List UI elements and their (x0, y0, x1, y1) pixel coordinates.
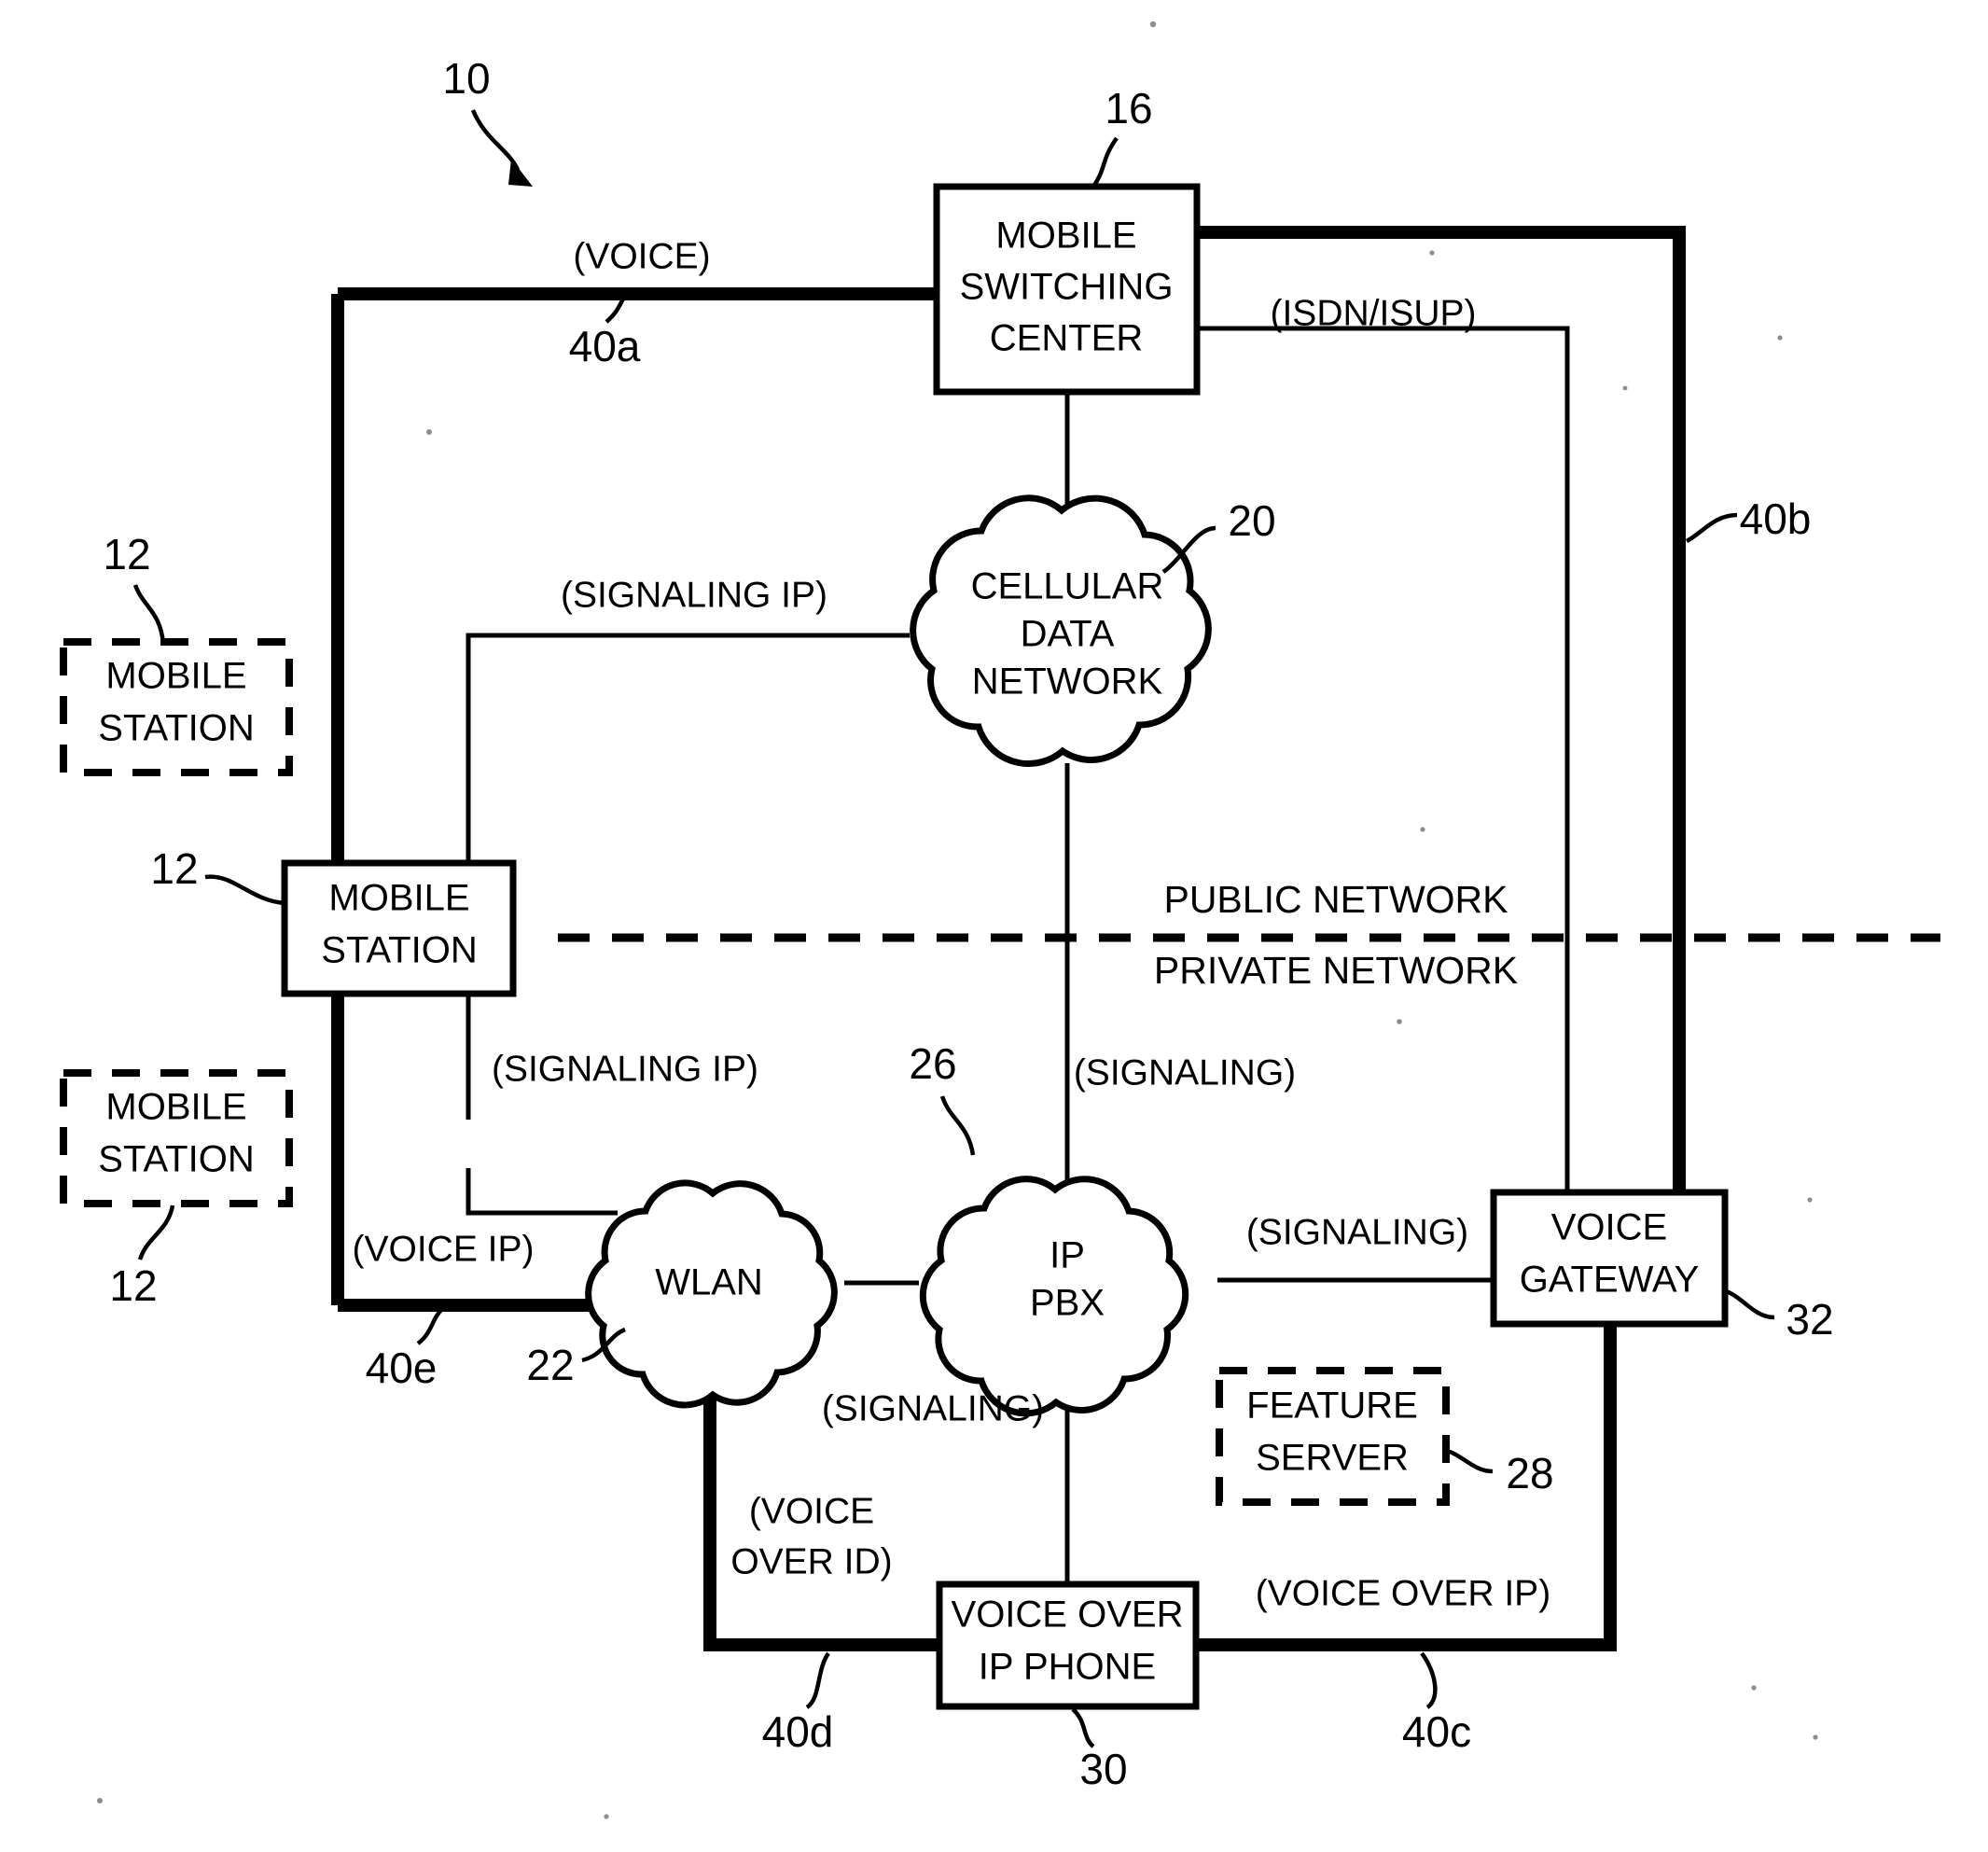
label-voice: (VOICE) (573, 236, 710, 276)
voice-gateway-label-line1: VOICE (1551, 1207, 1667, 1248)
voice-over-ip-phone-label-line1: VOICE OVER (952, 1594, 1184, 1636)
ref-40b: 40b (1740, 494, 1812, 543)
patent-figure: CELLULAR DATA NETWORK WLAN IP PBX MOBILE… (0, 0, 1988, 1852)
ref-40c: 40c (1402, 1707, 1471, 1756)
network-architecture-diagram: CELLULAR DATA NETWORK WLAN IP PBX MOBILE… (60, 21, 1940, 1819)
label-signaling-pbx-phone: (SIGNALING) (822, 1388, 1044, 1428)
label-voice-ip: (VOICE IP) (352, 1229, 534, 1269)
ref-22: 22 (526, 1341, 574, 1389)
label-signaling-pbx-vgw: (SIGNALING) (1246, 1212, 1468, 1252)
ref-12-bottom: 12 (109, 1261, 157, 1310)
connection-signaling-ip-upper (466, 633, 910, 1120)
label-signaling-ip-upper: (SIGNALING IP) (561, 575, 827, 615)
mobile-station-bottom-label-line1: MOBILE (105, 1087, 246, 1128)
ref-32: 32 (1786, 1295, 1833, 1344)
cellular-data-network-label-line2: DATA (1021, 614, 1115, 655)
ref-28: 28 (1506, 1449, 1553, 1497)
ref-16: 16 (1105, 84, 1152, 132)
figure-ref-arrowhead (508, 159, 533, 187)
ref-40a: 40a (569, 322, 641, 370)
cellular-data-network-label-line3: NETWORK (972, 661, 1163, 703)
ref-40d: 40d (762, 1707, 834, 1756)
mobile-switching-center-label-line2: SWITCHING (960, 267, 1174, 308)
ip-pbx-label-line1: IP (1050, 1235, 1085, 1276)
figure-ref-10: 10 (442, 54, 490, 103)
ref-12-mid: 12 (150, 844, 198, 893)
public-network-label: PUBLIC NETWORK (1163, 878, 1508, 921)
mobile-station-bottom-label-line2: STATION (98, 1139, 254, 1180)
mobile-station-mid-label-line1: MOBILE (328, 878, 469, 919)
label-voice-over-ip: (VOICE OVER IP) (1256, 1573, 1550, 1613)
label-signaling-cdn-pbx: (SIGNALING) (1074, 1052, 1296, 1093)
private-network-label: PRIVATE NETWORK (1154, 949, 1518, 992)
feature-server-label-line2: SERVER (1256, 1438, 1409, 1479)
voice-over-ip-phone-label-line2: IP PHONE (979, 1647, 1156, 1688)
feature-server-label-line1: FEATURE (1246, 1386, 1418, 1427)
connection-bearer-40b (1197, 226, 1686, 1192)
ref-40e: 40e (366, 1344, 438, 1392)
label-signaling-ip-lower: (SIGNALING IP) (492, 1049, 758, 1089)
mobile-station-top-label-line2: STATION (98, 708, 254, 749)
label-voice-over-id-line2: OVER ID) (730, 1541, 892, 1581)
ref-26: 26 (909, 1039, 956, 1088)
mobile-station-mid-label-line2: STATION (321, 930, 477, 971)
cellular-data-network-label-line1: CELLULAR (971, 566, 1164, 607)
voice-gateway-label-line2: GATEWAY (1520, 1260, 1700, 1301)
mobile-switching-center-label-line1: MOBILE (995, 216, 1136, 257)
ref-20: 20 (1228, 496, 1275, 545)
ref-30: 30 (1079, 1745, 1127, 1793)
mobile-station-top-label-line1: MOBILE (105, 656, 246, 697)
mobile-switching-center-label-line3: CENTER (990, 318, 1143, 359)
ip-pbx-label-line2: PBX (1030, 1283, 1105, 1324)
wlan-label: WLAN (655, 1262, 763, 1303)
label-isdn-isup: (ISDN/ISUP) (1270, 293, 1476, 333)
connection-signaling-ip-lower (466, 1168, 618, 1216)
label-voice-over-id-line1: (VOICE (749, 1491, 874, 1531)
ref-12-top: 12 (103, 530, 150, 578)
